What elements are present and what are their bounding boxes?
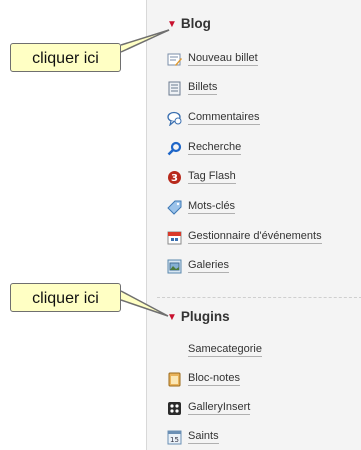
menu-item-notepad[interactable]: Bloc-notes xyxy=(167,369,240,389)
callout-click-here-blog: cliquer ici xyxy=(10,43,121,72)
calendar-icon xyxy=(167,230,182,245)
menu-item-event-manager[interactable]: Gestionnaire d'événements xyxy=(167,227,322,247)
tag-icon xyxy=(167,200,182,215)
tag-flash-icon: 3 xyxy=(167,170,182,185)
menu-item-new-post[interactable]: Nouveau billet xyxy=(167,49,258,69)
blog-section-toggle[interactable]: ▼ Blog xyxy=(167,14,211,34)
new-post-icon xyxy=(167,52,182,67)
admin-sidebar: ▼ Blog Nouveau billet Billets Commentaire… xyxy=(146,0,361,450)
menu-item-label: Billets xyxy=(188,81,218,95)
collapse-triangle-icon[interactable]: ▼ xyxy=(167,312,177,323)
blank-icon xyxy=(167,343,182,358)
comments-icon xyxy=(167,111,182,127)
menu-item-label: GalleryInsert xyxy=(188,401,251,415)
menu-item-label: Recherche xyxy=(188,141,242,155)
search-icon xyxy=(167,141,182,156)
menu-item-search[interactable]: Recherche xyxy=(167,138,242,158)
menu-item-posts[interactable]: Billets xyxy=(167,78,218,98)
menu-item-label: Nouveau billet xyxy=(188,52,258,66)
svg-text:15: 15 xyxy=(170,436,179,444)
svg-text:3: 3 xyxy=(171,173,178,184)
menu-item-comments[interactable]: Commentaires xyxy=(167,108,260,128)
gallery-insert-icon xyxy=(167,401,182,416)
blog-section-title: Blog xyxy=(180,16,211,31)
menu-item-gallery-insert[interactable]: GalleryInsert xyxy=(167,398,251,418)
menu-item-label: Bloc-notes xyxy=(188,372,240,386)
menu-item-tag-flash[interactable]: 3 Tag Flash xyxy=(167,167,236,187)
menu-item-label: Commentaires xyxy=(188,111,260,125)
calendar-page-icon: 15 xyxy=(167,430,182,445)
collapse-triangle-icon[interactable]: ▼ xyxy=(167,19,177,30)
menu-item-galleries[interactable]: Galeries xyxy=(167,256,229,276)
menu-item-saints[interactable]: 15 Saints xyxy=(167,427,219,447)
menu-item-keywords[interactable]: Mots-clés xyxy=(167,197,236,217)
plugins-section-toggle[interactable]: ▼ Plugins xyxy=(167,307,230,327)
menu-item-label: Samecategorie xyxy=(188,343,262,357)
section-divider xyxy=(157,297,361,298)
plugins-section-title: Plugins xyxy=(180,309,230,324)
notepad-icon xyxy=(167,372,182,387)
menu-item-label: Saints xyxy=(188,430,219,444)
menu-item-label: Gestionnaire d'événements xyxy=(188,230,322,244)
gallery-icon xyxy=(167,259,182,274)
menu-item-label: Mots-clés xyxy=(188,200,236,214)
menu-item-label: Tag Flash xyxy=(188,170,236,184)
posts-icon xyxy=(167,81,182,96)
menu-item-samecategorie[interactable]: Samecategorie xyxy=(167,340,262,360)
callout-click-here-plugins: cliquer ici xyxy=(10,283,121,312)
menu-item-label: Galeries xyxy=(188,259,229,273)
